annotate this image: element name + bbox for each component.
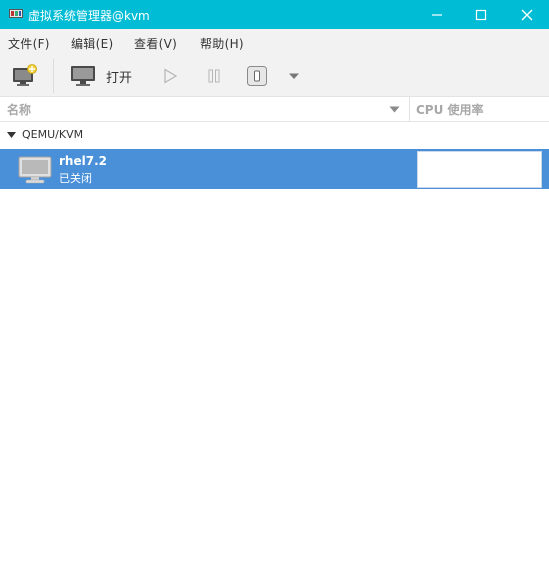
play-icon [164, 68, 178, 84]
minimize-button[interactable] [415, 0, 459, 29]
pause-button[interactable] [204, 67, 224, 85]
sort-arrow-icon[interactable] [389, 106, 400, 113]
column-header: 名称 CPU 使用率 [0, 97, 549, 122]
menu-help[interactable]: 帮助(H) [200, 35, 244, 52]
menu-view[interactable]: 查看(V) [134, 35, 177, 52]
connection-label: QEMU/KVM [22, 128, 84, 141]
dropdown-arrow-icon [289, 73, 299, 79]
menu-edit[interactable]: 编辑(E) [71, 35, 113, 52]
maximize-button[interactable] [459, 0, 503, 29]
vm-row[interactable]: rhel7.2 已关闭 [0, 149, 549, 189]
vm-name: rhel7.2 [59, 154, 107, 168]
app-icon [9, 9, 23, 18]
cpu-usage-graph [417, 151, 542, 188]
pause-icon [208, 69, 220, 83]
shutdown-icon [247, 66, 267, 86]
new-vm-button[interactable] [11, 64, 39, 88]
expander-down-icon[interactable] [7, 132, 16, 138]
vm-state: 已关闭 [59, 172, 92, 185]
connection-row[interactable]: QEMU/KVM [0, 122, 549, 148]
column-name-header[interactable]: 名称 [7, 101, 31, 118]
shutdown-menu-button[interactable] [285, 69, 303, 83]
maximize-icon [475, 9, 487, 20]
run-button[interactable] [160, 67, 180, 85]
open-console-button[interactable] [70, 65, 96, 87]
close-button[interactable] [505, 0, 549, 29]
monitor-icon [71, 66, 95, 86]
vm-monitor-icon [18, 156, 52, 184]
shutdown-button[interactable] [246, 64, 268, 88]
menu-bar: 文件(F) 编辑(E) 查看(V) 帮助(H) [0, 29, 549, 55]
new-vm-icon [13, 64, 37, 86]
window-title: 虚拟系统管理器@kvm [28, 9, 150, 23]
minimize-icon [432, 13, 442, 16]
close-icon [521, 9, 533, 20]
title-bar: 虚拟系统管理器@kvm [0, 0, 549, 29]
toolbar-separator [53, 59, 54, 93]
column-divider[interactable] [409, 97, 410, 122]
open-label[interactable]: 打开 [106, 67, 132, 86]
column-cpu-header[interactable]: CPU 使用率 [416, 101, 484, 118]
menu-file[interactable]: 文件(F) [8, 35, 50, 52]
toolbar: 打开 [0, 55, 549, 97]
